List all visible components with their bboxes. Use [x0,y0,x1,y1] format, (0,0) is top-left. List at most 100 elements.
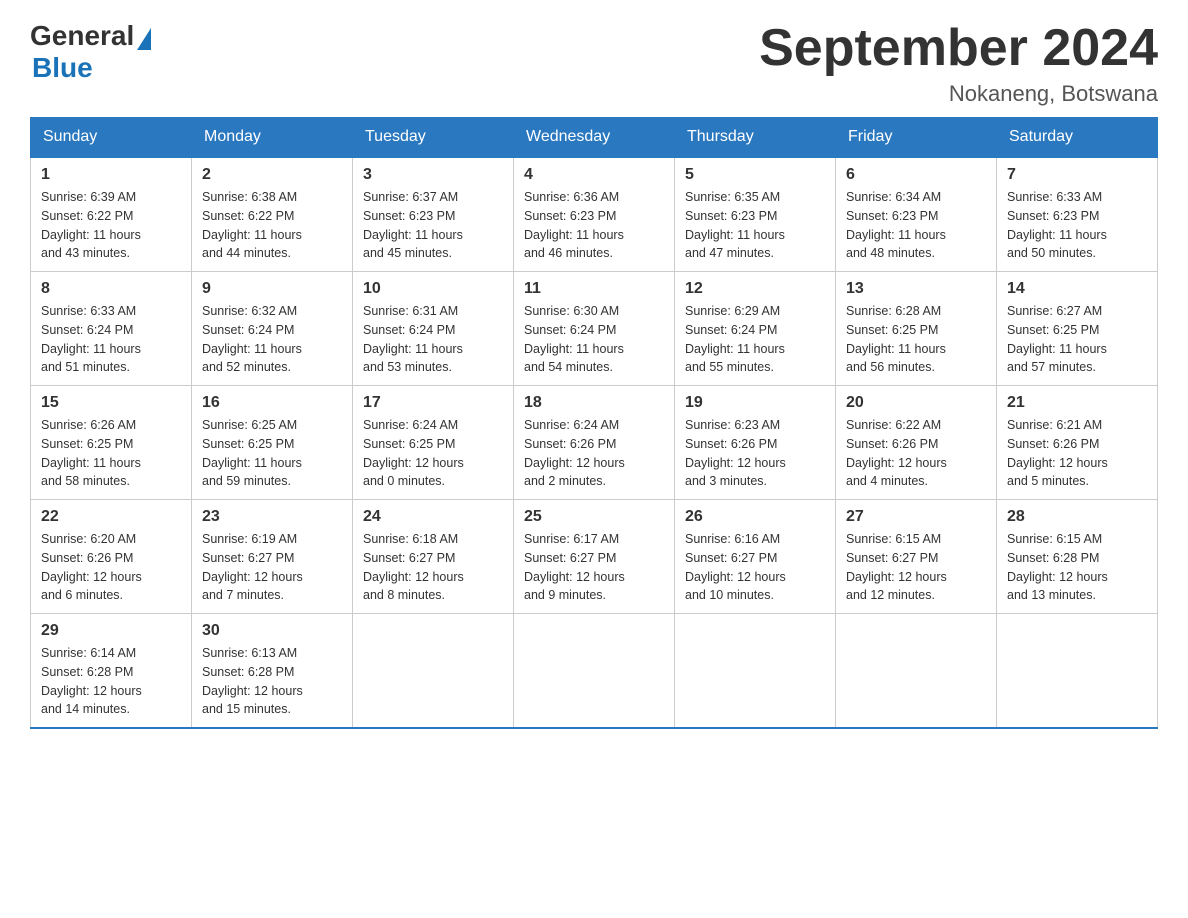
day-info: Sunrise: 6:27 AM Sunset: 6:25 PM Dayligh… [1007,302,1147,377]
day-info: Sunrise: 6:14 AM Sunset: 6:28 PM Dayligh… [41,644,181,719]
day-info: Sunrise: 6:23 AM Sunset: 6:26 PM Dayligh… [685,416,825,491]
calendar-cell: 19 Sunrise: 6:23 AM Sunset: 6:26 PM Dayli… [675,386,836,500]
calendar-cell: 3 Sunrise: 6:37 AM Sunset: 6:23 PM Daylig… [353,157,514,272]
calendar-cell: 6 Sunrise: 6:34 AM Sunset: 6:23 PM Daylig… [836,157,997,272]
day-info: Sunrise: 6:15 AM Sunset: 6:27 PM Dayligh… [846,530,986,605]
calendar-cell: 25 Sunrise: 6:17 AM Sunset: 6:27 PM Dayli… [514,500,675,614]
calendar-cell: 10 Sunrise: 6:31 AM Sunset: 6:24 PM Dayli… [353,272,514,386]
day-info: Sunrise: 6:28 AM Sunset: 6:25 PM Dayligh… [846,302,986,377]
day-info: Sunrise: 6:19 AM Sunset: 6:27 PM Dayligh… [202,530,342,605]
day-info: Sunrise: 6:22 AM Sunset: 6:26 PM Dayligh… [846,416,986,491]
day-number: 18 [524,394,664,412]
day-info: Sunrise: 6:16 AM Sunset: 6:27 PM Dayligh… [685,530,825,605]
header-day-friday: Friday [836,118,997,158]
day-number: 24 [363,508,503,526]
calendar-cell: 7 Sunrise: 6:33 AM Sunset: 6:23 PM Daylig… [997,157,1158,272]
calendar-cell: 13 Sunrise: 6:28 AM Sunset: 6:25 PM Dayli… [836,272,997,386]
location-subtitle: Nokaneng, Botswana [759,81,1158,107]
day-number: 30 [202,622,342,640]
calendar-cell: 1Sunrise: 6:39 AM Sunset: 6:22 PM Daylig… [31,157,192,272]
day-info: Sunrise: 6:18 AM Sunset: 6:27 PM Dayligh… [363,530,503,605]
calendar-cell: 8Sunrise: 6:33 AM Sunset: 6:24 PM Daylig… [31,272,192,386]
day-number: 5 [685,166,825,184]
day-number: 13 [846,280,986,298]
logo-triangle-icon [137,28,151,50]
header-day-saturday: Saturday [997,118,1158,158]
calendar-cell: 14 Sunrise: 6:27 AM Sunset: 6:25 PM Dayli… [997,272,1158,386]
day-info: Sunrise: 6:26 AM Sunset: 6:25 PM Dayligh… [41,416,181,491]
calendar-cell [997,614,1158,729]
calendar-cell: 23Sunrise: 6:19 AM Sunset: 6:27 PM Dayli… [192,500,353,614]
day-number: 9 [202,280,342,298]
day-number: 14 [1007,280,1147,298]
calendar-cell: 30 Sunrise: 6:13 AM Sunset: 6:28 PM Dayli… [192,614,353,729]
day-info: Sunrise: 6:29 AM Sunset: 6:24 PM Dayligh… [685,302,825,377]
header-day-wednesday: Wednesday [514,118,675,158]
day-number: 21 [1007,394,1147,412]
day-number: 19 [685,394,825,412]
calendar-cell: 21 Sunrise: 6:21 AM Sunset: 6:26 PM Dayli… [997,386,1158,500]
month-title: September 2024 [759,20,1158,77]
calendar-cell: 2 Sunrise: 6:38 AM Sunset: 6:22 PM Daylig… [192,157,353,272]
calendar-week-row: 8Sunrise: 6:33 AM Sunset: 6:24 PM Daylig… [31,272,1158,386]
day-number: 29 [41,622,181,640]
calendar-cell: 5 Sunrise: 6:35 AM Sunset: 6:23 PM Daylig… [675,157,836,272]
day-info: Sunrise: 6:39 AM Sunset: 6:22 PM Dayligh… [41,188,181,263]
day-number: 20 [846,394,986,412]
logo-general: General [30,20,134,52]
day-info: Sunrise: 6:37 AM Sunset: 6:23 PM Dayligh… [363,188,503,263]
calendar-cell: 29 Sunrise: 6:14 AM Sunset: 6:28 PM Dayli… [31,614,192,729]
logo-blue: Blue [32,52,151,84]
calendar-cell: 9 Sunrise: 6:32 AM Sunset: 6:24 PM Daylig… [192,272,353,386]
day-number: 16 [202,394,342,412]
calendar-cell [836,614,997,729]
day-info: Sunrise: 6:24 AM Sunset: 6:26 PM Dayligh… [524,416,664,491]
day-number: 6 [846,166,986,184]
calendar-cell: 12Sunrise: 6:29 AM Sunset: 6:24 PM Dayli… [675,272,836,386]
day-number: 27 [846,508,986,526]
calendar-week-row: 15 Sunrise: 6:26 AM Sunset: 6:25 PM Dayli… [31,386,1158,500]
calendar-cell: 18 Sunrise: 6:24 AM Sunset: 6:26 PM Dayli… [514,386,675,500]
day-info: Sunrise: 6:30 AM Sunset: 6:24 PM Dayligh… [524,302,664,377]
day-info: Sunrise: 6:31 AM Sunset: 6:24 PM Dayligh… [363,302,503,377]
header-day-monday: Monday [192,118,353,158]
calendar-cell [353,614,514,729]
header-day-tuesday: Tuesday [353,118,514,158]
calendar-cell [514,614,675,729]
day-info: Sunrise: 6:25 AM Sunset: 6:25 PM Dayligh… [202,416,342,491]
calendar-week-row: 1Sunrise: 6:39 AM Sunset: 6:22 PM Daylig… [31,157,1158,272]
day-number: 15 [41,394,181,412]
header-day-thursday: Thursday [675,118,836,158]
day-info: Sunrise: 6:21 AM Sunset: 6:26 PM Dayligh… [1007,416,1147,491]
calendar-header-row: SundayMondayTuesdayWednesdayThursdayFrid… [31,118,1158,158]
day-number: 8 [41,280,181,298]
day-info: Sunrise: 6:38 AM Sunset: 6:22 PM Dayligh… [202,188,342,263]
calendar-week-row: 22Sunrise: 6:20 AM Sunset: 6:26 PM Dayli… [31,500,1158,614]
day-info: Sunrise: 6:17 AM Sunset: 6:27 PM Dayligh… [524,530,664,605]
day-number: 26 [685,508,825,526]
calendar-cell: 22Sunrise: 6:20 AM Sunset: 6:26 PM Dayli… [31,500,192,614]
calendar-table: SundayMondayTuesdayWednesdayThursdayFrid… [30,117,1158,729]
day-info: Sunrise: 6:32 AM Sunset: 6:24 PM Dayligh… [202,302,342,377]
calendar-cell: 28Sunrise: 6:15 AM Sunset: 6:28 PM Dayli… [997,500,1158,614]
calendar-cell: 26 Sunrise: 6:16 AM Sunset: 6:27 PM Dayli… [675,500,836,614]
day-info: Sunrise: 6:34 AM Sunset: 6:23 PM Dayligh… [846,188,986,263]
day-number: 3 [363,166,503,184]
day-info: Sunrise: 6:35 AM Sunset: 6:23 PM Dayligh… [685,188,825,263]
day-number: 4 [524,166,664,184]
day-number: 17 [363,394,503,412]
day-info: Sunrise: 6:13 AM Sunset: 6:28 PM Dayligh… [202,644,342,719]
day-number: 28 [1007,508,1147,526]
day-info: Sunrise: 6:33 AM Sunset: 6:23 PM Dayligh… [1007,188,1147,263]
day-number: 10 [363,280,503,298]
calendar-cell: 17Sunrise: 6:24 AM Sunset: 6:25 PM Dayli… [353,386,514,500]
calendar-cell [675,614,836,729]
calendar-week-row: 29 Sunrise: 6:14 AM Sunset: 6:28 PM Dayli… [31,614,1158,729]
calendar-cell: 24 Sunrise: 6:18 AM Sunset: 6:27 PM Dayli… [353,500,514,614]
day-number: 25 [524,508,664,526]
logo: General Blue [30,20,151,84]
day-number: 11 [524,280,664,298]
day-number: 2 [202,166,342,184]
calendar-cell: 27 Sunrise: 6:15 AM Sunset: 6:27 PM Dayli… [836,500,997,614]
day-number: 7 [1007,166,1147,184]
